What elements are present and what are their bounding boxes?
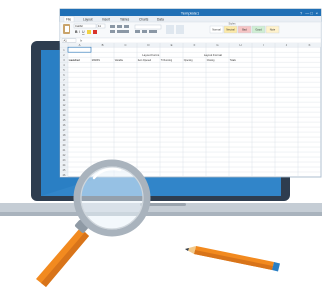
column-header[interactable]: B xyxy=(102,43,104,47)
cell-value[interactable]: Totals xyxy=(230,59,237,62)
header-layout-format: Layout Format xyxy=(204,53,222,57)
font-color-icon[interactable] xyxy=(93,30,97,34)
tab-file[interactable]: File xyxy=(66,17,71,21)
name-box-value: A1 xyxy=(64,39,68,43)
ribbon-tabs-bar xyxy=(60,16,321,22)
laptop-base-shadow xyxy=(0,212,322,216)
format-table-icon[interactable] xyxy=(176,25,184,34)
cell-value[interactable]: Launched xyxy=(69,60,80,62)
fill-color-icon[interactable] xyxy=(87,30,91,34)
cell-value[interactable]: Opening xyxy=(184,60,193,62)
wrap-text-icon[interactable] xyxy=(110,30,115,33)
style-label: Good xyxy=(255,28,262,32)
style-label: Neutral xyxy=(226,28,235,32)
column-header[interactable]: A xyxy=(79,43,81,47)
cell-value[interactable]: Variable xyxy=(115,59,124,62)
tab-insert[interactable]: Insert xyxy=(102,17,110,21)
percent-icon[interactable] xyxy=(135,30,140,33)
align-left-icon[interactable] xyxy=(110,25,115,28)
minimize-icon[interactable]: — xyxy=(305,11,309,16)
italic-icon[interactable]: I xyxy=(79,30,80,34)
tab-layout[interactable]: Layout xyxy=(83,17,93,21)
cell-value[interactable]: Closing xyxy=(207,60,215,62)
column-header[interactable]: K xyxy=(309,43,311,47)
font-size-value: 11 xyxy=(98,24,101,28)
header-layout-forms: Layout Forms xyxy=(142,53,160,57)
style-label: Note xyxy=(270,28,276,32)
column-header[interactable]: E xyxy=(171,43,173,47)
decimal-icon[interactable] xyxy=(149,30,157,33)
window-title: Template1 xyxy=(181,11,200,16)
styles-group-label: Styles xyxy=(228,22,236,26)
tab-tables[interactable]: Tables xyxy=(120,17,130,21)
pencil-icon xyxy=(185,246,280,272)
align-right-icon[interactable] xyxy=(124,25,129,28)
tab-charts[interactable]: Charts xyxy=(139,17,149,21)
column-header[interactable]: F xyxy=(194,43,196,47)
paste-icon-sheet xyxy=(65,26,69,32)
column-header-bar xyxy=(60,43,321,48)
illustration-scene: Template1 ? — □ × File Layout Insert Tables Cha… xyxy=(0,8,322,287)
cell-styles: Normal Neutral Bad Good Note xyxy=(209,25,280,34)
column-header[interactable]: G xyxy=(216,43,218,47)
conditional-format-icon[interactable] xyxy=(166,25,174,34)
style-label: Bad xyxy=(242,28,247,32)
number-format-select[interactable] xyxy=(134,24,162,30)
column-header[interactable]: H xyxy=(239,43,241,47)
tab-data[interactable]: Data xyxy=(157,17,164,21)
style-label: Normal xyxy=(212,28,221,32)
font-name-value: Calibri xyxy=(75,24,83,28)
column-header[interactable]: D xyxy=(147,43,149,47)
cell-value[interactable]: Item Opened xyxy=(138,59,152,62)
merge-icon[interactable] xyxy=(117,30,129,33)
comma-icon[interactable] xyxy=(142,30,147,33)
cell-value[interactable]: Tr Running xyxy=(161,59,173,62)
align-center-icon[interactable] xyxy=(117,25,122,28)
column-header[interactable]: C xyxy=(124,43,126,47)
magnifier-handle-shade xyxy=(41,232,89,287)
formula-input[interactable] xyxy=(86,38,319,43)
spreadsheet-window: Template1 ? — □ × File Layout Insert Tables Cha… xyxy=(59,8,322,178)
cell-value[interactable]: MARKS xyxy=(92,59,101,62)
